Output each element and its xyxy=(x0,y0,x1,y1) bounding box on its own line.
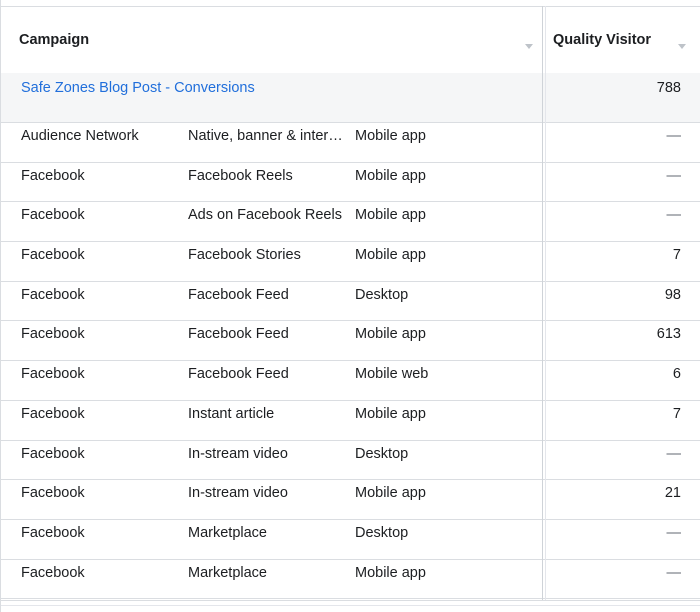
cell-platform: Facebook xyxy=(21,524,85,541)
campaign-name-link[interactable]: Safe Zones Blog Post - Conversions xyxy=(21,80,255,96)
cell-device: Desktop xyxy=(355,524,409,541)
cell-platform: Facebook xyxy=(21,485,85,502)
table-row: Facebook Facebook Feed Desktop 98 xyxy=(1,282,700,322)
report-table: Campaign Quality Visitor Safe Zones Blog… xyxy=(0,0,700,612)
cell-platform: Facebook xyxy=(21,366,85,383)
cell-platform: Facebook xyxy=(21,405,85,422)
table-row: Facebook Marketplace Desktop — xyxy=(1,520,700,560)
breakdown-rows: Audience Network Native, banner & inters… xyxy=(1,123,700,600)
cell-placement: Facebook Reels xyxy=(188,167,293,184)
cell-device: Mobile web xyxy=(355,366,429,383)
cell-device: Desktop xyxy=(355,286,409,303)
cell-quality-visitor: 21 xyxy=(664,485,681,502)
cell-placement: Facebook Feed xyxy=(188,286,289,303)
table-row: Facebook Instant article Mobile app 7 xyxy=(1,401,700,441)
cell-device: Mobile app xyxy=(355,326,426,343)
cell-quality-visitor: — xyxy=(666,564,682,581)
table-row: Facebook Facebook Feed Mobile app 613 xyxy=(1,321,700,362)
cell-device: Mobile app xyxy=(355,564,426,581)
table-row: Facebook Marketplace Mobile app — xyxy=(1,560,700,600)
cell-device: Mobile app xyxy=(355,405,426,422)
cell-device: Mobile app xyxy=(355,207,426,224)
table-row: Facebook Ads on Facebook Reels Mobile ap… xyxy=(1,202,700,243)
divider xyxy=(1,605,700,606)
sort-caret-icon[interactable] xyxy=(678,44,686,49)
cell-placement: Marketplace xyxy=(188,524,267,541)
cell-quality-visitor: — xyxy=(666,524,682,541)
table-header: Campaign Quality Visitor xyxy=(1,6,700,74)
cell-platform: Facebook xyxy=(21,564,85,581)
cell-placement: Marketplace xyxy=(188,564,267,581)
cell-platform: Facebook xyxy=(21,286,85,303)
column-header-campaign[interactable]: Campaign xyxy=(19,7,539,73)
cell-platform: Facebook xyxy=(21,167,85,184)
cell-placement: Facebook Stories xyxy=(188,247,301,264)
sort-caret-icon[interactable] xyxy=(525,44,533,49)
column-header-quality-visitor[interactable]: Quality Visitor xyxy=(553,7,700,73)
table-bottom-edge xyxy=(1,600,700,612)
table-row: Facebook Facebook Reels Mobile app — xyxy=(1,163,700,203)
cell-placement: Native, banner & interstitial xyxy=(188,128,346,144)
table-row: Facebook In-stream video Desktop — xyxy=(1,441,700,481)
cell-placement: In-stream video xyxy=(188,485,288,502)
cell-placement: Instant article xyxy=(188,405,275,422)
cell-device: Desktop xyxy=(355,445,409,462)
cell-platform: Facebook xyxy=(21,247,85,264)
table-row: Facebook Facebook Stories Mobile app 7 xyxy=(1,242,700,282)
cell-placement: Facebook Feed xyxy=(188,326,289,343)
cell-device: Mobile app xyxy=(355,247,426,264)
cell-device: Mobile app xyxy=(355,167,426,184)
campaign-quality-visitor-total: 788 xyxy=(656,80,681,96)
cell-device: Mobile app xyxy=(355,485,426,502)
cell-quality-visitor: — xyxy=(666,445,682,462)
table-row: Facebook In-stream video Mobile app 21 xyxy=(1,480,700,520)
cell-quality-visitor: 98 xyxy=(664,286,681,303)
column-divider xyxy=(545,6,546,612)
column-divider[interactable] xyxy=(542,6,543,612)
cell-quality-visitor: 7 xyxy=(672,247,681,264)
campaign-summary-row: Safe Zones Blog Post - Conversions 788 xyxy=(1,73,700,123)
table-row: Facebook Facebook Feed Mobile web 6 xyxy=(1,361,700,401)
cell-placement: Facebook Feed xyxy=(188,366,289,383)
cell-placement: In-stream video xyxy=(188,445,288,462)
cell-platform: Facebook xyxy=(21,445,85,462)
table-row: Audience Network Native, banner & inters… xyxy=(1,123,700,163)
cell-placement: Ads on Facebook Reels xyxy=(188,207,342,224)
cell-device: Mobile app xyxy=(355,128,426,144)
cell-platform: Facebook xyxy=(21,207,85,224)
cell-platform: Facebook xyxy=(21,326,85,343)
cell-quality-visitor: 7 xyxy=(672,405,681,422)
cell-quality-visitor: — xyxy=(666,128,682,144)
cell-quality-visitor: 613 xyxy=(656,326,681,343)
cell-quality-visitor: — xyxy=(666,167,682,184)
cell-platform: Audience Network xyxy=(21,128,139,144)
cell-quality-visitor: 6 xyxy=(672,366,681,383)
cell-quality-visitor: — xyxy=(666,207,682,224)
